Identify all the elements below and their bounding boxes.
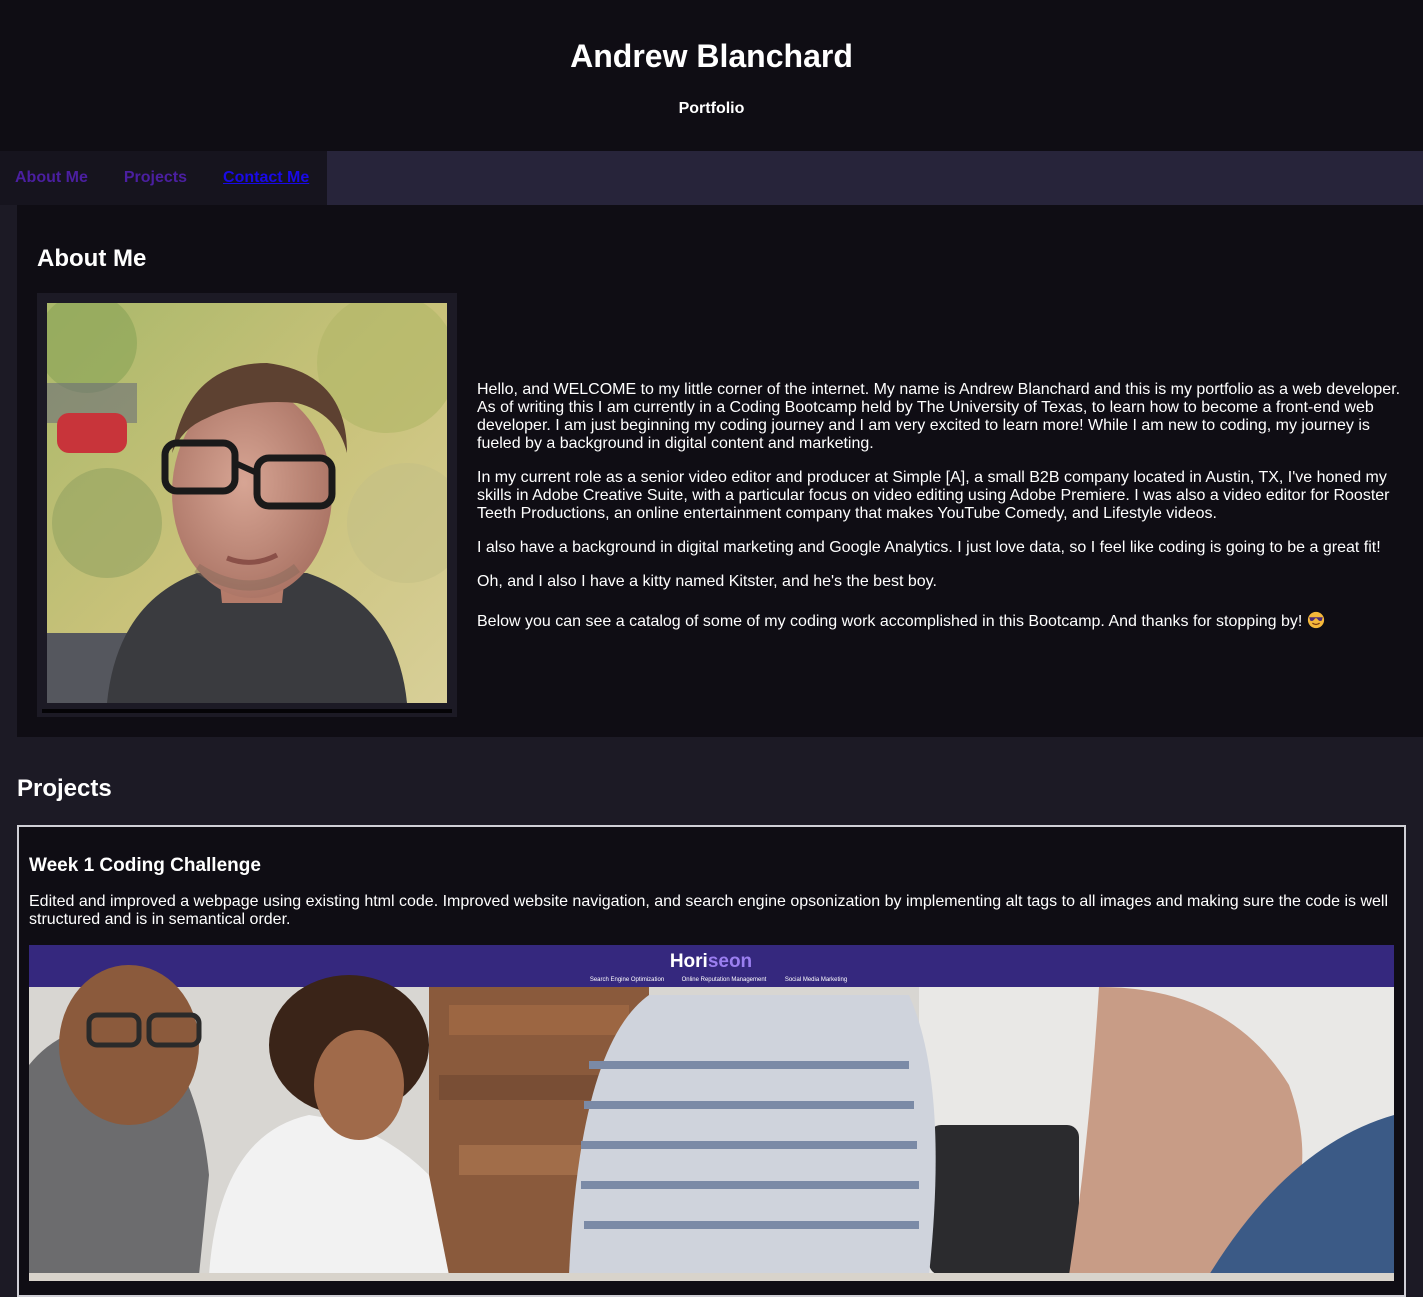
frame-bottom-bar [42, 709, 452, 713]
horiseon-nav-item: Social Media Marketing [785, 977, 847, 983]
project-description: Edited and improved a webpage using exis… [29, 893, 1389, 928]
horiseon-brand-suffix: seon [708, 951, 752, 972]
about-paragraph: Hello, and WELCOME to my little corner o… [477, 381, 1401, 452]
project-screenshot[interactable]: Horiseon Search Engine Optimization Onli… [29, 945, 1394, 1281]
site-header: Andrew Blanchard Portfolio [0, 0, 1423, 151]
about-closing-text: Below you can see a catalog of some of m… [477, 613, 1303, 630]
nav-link-contact-me[interactable]: Contact Me [223, 169, 309, 187]
about-paragraph: I also have a background in digital mark… [477, 539, 1381, 556]
project-title: Week 1 Coding Challenge [29, 855, 261, 876]
svg-text:Horiseon: Horiseon [670, 951, 752, 972]
projects-heading: Projects [17, 775, 112, 802]
nav-link-about-me[interactable]: About Me [15, 169, 88, 187]
smiling-face-with-sunglasses-icon [1307, 611, 1324, 629]
nav-links: About Me Projects Contact Me [0, 151, 327, 205]
horiseon-brand-prefix: Hori [670, 951, 708, 972]
portrait-frame [37, 293, 457, 717]
about-me-section: About Me Hello, and WELCOME to my little… [17, 205, 1423, 737]
main-navigation: About Me Projects Contact Me [0, 151, 1423, 205]
about-me-text: Hello, and WELCOME to my little corner o… [477, 381, 1407, 647]
about-paragraph: Oh, and I also I have a kitty named Kits… [477, 573, 937, 590]
horiseon-nav-item: Search Engine Optimization [590, 977, 664, 983]
portrait-photo [47, 303, 447, 703]
about-paragraph-closing: Below you can see a catalog of some of m… [477, 611, 1407, 631]
nav-link-projects[interactable]: Projects [124, 169, 187, 187]
site-title: Andrew Blanchard [570, 38, 853, 74]
project-card[interactable]: Week 1 Coding Challenge Edited and impro… [17, 825, 1406, 1297]
about-me-heading: About Me [37, 245, 147, 272]
horiseon-nav-item: Online Reputation Management [682, 977, 767, 983]
about-paragraph: In my current role as a senior video edi… [477, 469, 1390, 522]
site-subtitle: Portfolio [678, 100, 745, 117]
